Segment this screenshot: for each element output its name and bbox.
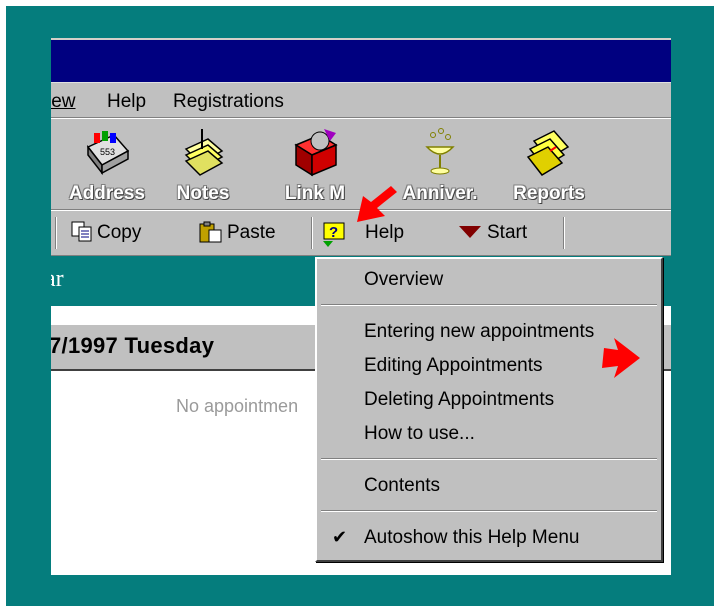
toolbar-separator (311, 217, 313, 249)
menu-item-label: Deleting Appointments (364, 389, 555, 410)
reports-icon (526, 130, 570, 176)
copy-button[interactable]: Copy (71, 219, 157, 247)
triangle-down-icon (459, 226, 481, 238)
copy-label: Copy (97, 222, 142, 243)
reports-button[interactable]: Reports (499, 125, 599, 205)
menu-item-label: Entering new appointments (364, 321, 595, 342)
paste-icon (199, 221, 222, 243)
menu-help-label: Help (107, 91, 147, 112)
menu-item-deleting-appointments[interactable]: Deleting Appointments (317, 383, 661, 417)
menu-separator (321, 458, 657, 460)
notes-button-label: Notes (176, 183, 230, 204)
date-header-text: 7/1997 Tuesday (51, 333, 215, 358)
notes-icon (184, 129, 224, 176)
paste-button[interactable]: Paste (199, 219, 291, 247)
svg-text:553: 553 (100, 147, 115, 157)
help-dropdown-menu: Overview Entering new appointments Editi… (315, 257, 663, 562)
menu-registrations-label: Registrations (173, 91, 284, 112)
link-manager-icon (294, 129, 338, 177)
section-title: ar (51, 266, 64, 292)
anniversary-button[interactable]: Anniver. (391, 125, 489, 205)
menu-registrations[interactable]: Registrations (173, 91, 284, 113)
reports-button-label: Reports (513, 183, 585, 204)
help-button[interactable]: ? Help (321, 219, 413, 247)
link-manager-button-label: Link M (284, 183, 346, 204)
menu-separator (321, 304, 657, 306)
menu-view[interactable]: iew (51, 91, 76, 113)
menu-item-overview[interactable]: Overview (317, 263, 661, 297)
menu-item-label: How to use... (364, 423, 475, 444)
menu-item-label: Autoshow this Help Menu (364, 527, 580, 548)
annotation-arrow-icon (357, 186, 397, 222)
svg-text:?: ? (329, 224, 338, 241)
notes-button[interactable]: Notes (161, 125, 245, 205)
menu-help[interactable]: Help (107, 91, 146, 113)
start-button[interactable]: Start (457, 219, 545, 247)
menu-item-autoshow-help-menu[interactable]: ✔ Autoshow this Help Menu (317, 521, 661, 555)
empty-message: No appointmen (176, 396, 299, 416)
address-button[interactable]: 553 Address (57, 125, 157, 205)
anniversary-icon (425, 128, 455, 175)
paste-label: Paste (227, 222, 276, 243)
title-bar (51, 38, 671, 82)
help-icon: ? (323, 222, 345, 247)
menu-separator (321, 510, 657, 512)
address-button-label: Address (68, 183, 146, 204)
help-label: Help (365, 222, 405, 243)
start-label: Start (487, 222, 528, 243)
menu-item-label: Contents (364, 475, 441, 496)
menu-item-label: Editing Appointments (364, 355, 543, 376)
annotation-arrow-icon (602, 338, 640, 378)
toolbar-separator (55, 217, 57, 249)
menu-item-how-to-use[interactable]: How to use... (317, 417, 661, 451)
menu-item-label: Overview (364, 269, 444, 290)
toolbar-separator (563, 217, 565, 249)
menu-item-contents[interactable]: Contents (317, 469, 661, 503)
menu-bar: iew Help Registrations (51, 82, 671, 118)
address-book-icon: 553 (86, 131, 130, 176)
link-manager-button[interactable]: Link M (273, 125, 357, 205)
menu-view-label: iew (51, 91, 76, 112)
checkmark-icon: ✔ (332, 527, 348, 547)
anniversary-button-label: Anniver. (402, 183, 478, 204)
copy-icon (71, 221, 92, 242)
